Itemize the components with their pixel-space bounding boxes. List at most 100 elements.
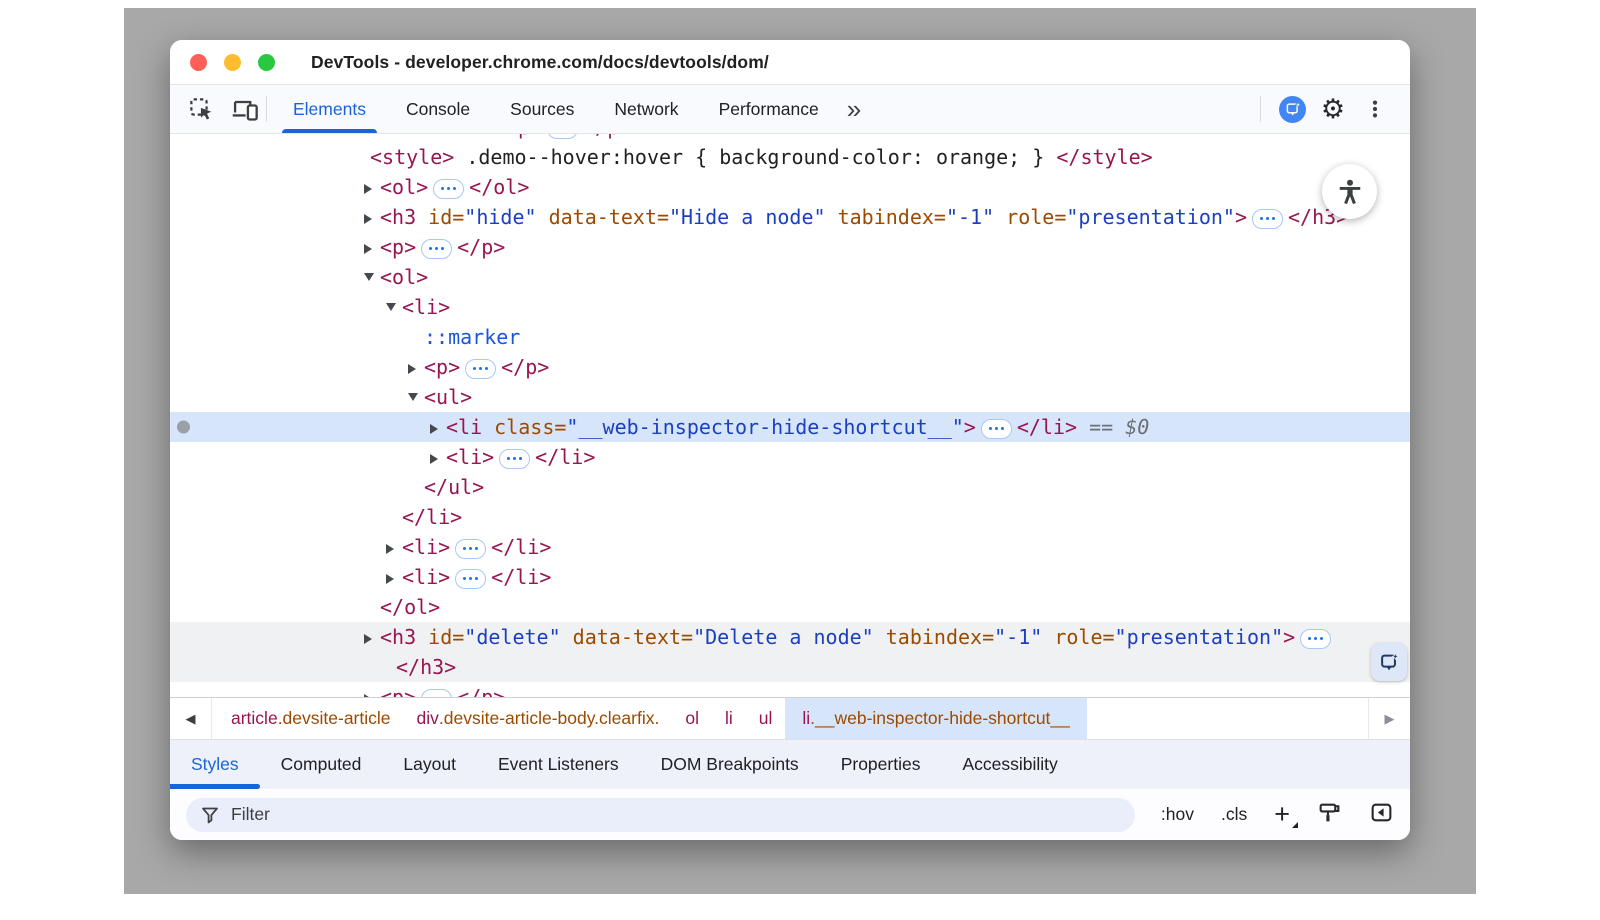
dom-tree-row[interactable]: <li>	[170, 292, 1410, 322]
breadcrumb-item-li[interactable]: li	[712, 698, 746, 739]
dom-tree-row[interactable]: <ol></ol>	[170, 172, 1410, 202]
ask-ai-inline-button[interactable]	[1371, 643, 1407, 681]
collapsed-content-ellipsis[interactable]	[1300, 629, 1331, 649]
collapsed-content-ellipsis[interactable]	[455, 539, 486, 559]
collapsed-content-ellipsis[interactable]	[547, 134, 578, 139]
accessibility-shortcut-button[interactable]	[1322, 164, 1377, 219]
expand-arrow-icon[interactable]	[364, 202, 380, 232]
styles-tab-event-listeners[interactable]: Event Listeners	[477, 740, 640, 789]
dom-tree-row[interactable]: <p></p>	[170, 232, 1410, 262]
code-val: "Delete a node"	[693, 625, 874, 649]
styles-tab-styles[interactable]: Styles	[170, 740, 260, 789]
rendering-emulation-icon[interactable]	[1317, 800, 1342, 830]
dom-tree-row[interactable]: <h3 id="delete" data-text="Delete a node…	[170, 622, 1410, 652]
expand-arrow-icon[interactable]	[490, 134, 506, 142]
tab-elements[interactable]: Elements	[273, 85, 386, 133]
styles-tab-properties[interactable]: Properties	[820, 740, 942, 789]
dom-tree-row[interactable]: <li></li>	[170, 532, 1410, 562]
new-style-rule-button[interactable]: +	[1274, 801, 1290, 828]
collapsed-content-ellipsis[interactable]	[433, 179, 464, 199]
styles-tab-computed[interactable]: Computed	[260, 740, 383, 789]
collapse-arrow-icon[interactable]	[386, 292, 402, 322]
dom-tree-row[interactable]: </ol>	[170, 592, 1410, 622]
dom-tree-row[interactable]: </ul>	[170, 472, 1410, 502]
dom-tree-row[interactable]: <p></p>	[170, 682, 1410, 697]
expand-arrow-icon[interactable]	[386, 562, 402, 592]
collapsed-content-ellipsis[interactable]	[1252, 209, 1283, 229]
devtools-window: DevTools - developer.chrome.com/docs/dev…	[170, 40, 1410, 840]
code-tag: <ul>	[424, 385, 472, 409]
toggle-computed-sidebar-icon[interactable]	[1369, 800, 1394, 830]
collapse-arrow-icon[interactable]	[408, 382, 424, 412]
dom-tree-row-selected[interactable]: <li class="__web-inspector-hide-shortcut…	[170, 412, 1410, 442]
dom-tree-row[interactable]: </li>	[170, 502, 1410, 532]
code-val: "Hide a node"	[669, 205, 826, 229]
expand-arrow-icon[interactable]	[430, 412, 446, 442]
inspect-icon[interactable]	[186, 94, 216, 124]
code-tag: <p>	[424, 355, 460, 379]
dom-tree-row[interactable]: ::marker	[170, 322, 1410, 352]
breadcrumb-item-article[interactable]: article.devsite-article	[218, 698, 404, 739]
more-tabs-icon[interactable]: »	[839, 85, 869, 133]
maximize-window-button[interactable]	[258, 54, 275, 71]
code-attr: role=	[1042, 625, 1114, 649]
styles-tab-dom-breakpoints[interactable]: DOM Breakpoints	[640, 740, 820, 789]
dom-tree-row[interactable]: <h3 id="hide" data-text="Hide a node" ta…	[170, 202, 1410, 232]
code-tag: >	[1283, 625, 1295, 649]
dom-tree-row[interactable]: <li></li>	[170, 562, 1410, 592]
ai-assistance-icon[interactable]	[1279, 96, 1306, 123]
code-tag: </p>	[583, 134, 631, 139]
expand-arrow-icon[interactable]	[386, 532, 402, 562]
breadcrumb-tag: ol	[685, 708, 699, 729]
expand-arrow-icon[interactable]	[364, 682, 380, 697]
collapsed-content-ellipsis[interactable]	[421, 239, 452, 259]
close-window-button[interactable]	[190, 54, 207, 71]
collapsed-content-ellipsis[interactable]	[981, 419, 1012, 439]
styles-filter-input[interactable]: Filter	[186, 798, 1135, 832]
tab-network[interactable]: Network	[594, 85, 698, 133]
code-pseudo: ::marker	[424, 325, 520, 349]
collapse-arrow-icon[interactable]	[364, 262, 380, 292]
kebab-menu-icon[interactable]	[1360, 94, 1390, 124]
dom-tree-row[interactable]: <p></p>	[170, 134, 1410, 142]
breadcrumb-scroll-left-icon[interactable]: ◀	[170, 698, 212, 739]
dom-tree-row[interactable]: <ul>	[170, 382, 1410, 412]
breadcrumb-item-ul[interactable]: ul	[746, 698, 786, 739]
code-attr: class=	[482, 415, 566, 439]
code-tag: </li>	[1017, 415, 1077, 439]
breadcrumb-item-div[interactable]: div.devsite-article-body.clearfix.	[404, 698, 673, 739]
toggle-pseudo-classes-button[interactable]: :hov	[1161, 804, 1194, 825]
breadcrumb-scroll-right-icon[interactable]: ▶	[1368, 698, 1410, 739]
collapsed-content-ellipsis[interactable]	[455, 569, 486, 589]
title-bar: DevTools - developer.chrome.com/docs/dev…	[170, 40, 1410, 85]
tab-console[interactable]: Console	[386, 85, 490, 133]
code-attr: tabindex=	[826, 205, 946, 229]
styles-tab-accessibility[interactable]: Accessibility	[941, 740, 1078, 789]
styles-pane-tab-strip: StylesComputedLayoutEvent ListenersDOM B…	[170, 739, 1410, 789]
expand-arrow-icon[interactable]	[364, 172, 380, 202]
collapsed-content-ellipsis[interactable]	[421, 689, 452, 698]
expand-arrow-icon[interactable]	[364, 232, 380, 262]
dom-tree-row[interactable]: <style> .demo--hover:hover { background-…	[170, 142, 1410, 172]
device-toolbar-icon[interactable]	[230, 94, 260, 124]
dom-tree-row[interactable]: </h3>	[170, 652, 1410, 682]
tab-performance[interactable]: Performance	[699, 85, 839, 133]
breadcrumb-tag: div	[417, 708, 439, 729]
breadcrumb-item-ol[interactable]: ol	[672, 698, 712, 739]
gear-icon[interactable]: ⚙	[1318, 94, 1348, 124]
dom-tree-row[interactable]: <p></p>	[170, 352, 1410, 382]
code-tag: <p>	[380, 685, 416, 697]
collapsed-content-ellipsis[interactable]	[465, 359, 496, 379]
collapsed-content-ellipsis[interactable]	[499, 449, 530, 469]
accessibility-person-icon	[1335, 177, 1365, 207]
expand-arrow-icon[interactable]	[430, 442, 446, 472]
minimize-window-button[interactable]	[224, 54, 241, 71]
styles-tab-layout[interactable]: Layout	[382, 740, 477, 789]
expand-arrow-icon[interactable]	[364, 622, 380, 652]
breadcrumb-item-li-selected[interactable]: li.__web-inspector-hide-shortcut__	[785, 698, 1087, 739]
tab-sources[interactable]: Sources	[490, 85, 594, 133]
dom-tree-row[interactable]: <ol>	[170, 262, 1410, 292]
dom-tree-row[interactable]: <li></li>	[170, 442, 1410, 472]
toggle-element-classes-button[interactable]: .cls	[1221, 804, 1247, 825]
expand-arrow-icon[interactable]	[408, 352, 424, 382]
